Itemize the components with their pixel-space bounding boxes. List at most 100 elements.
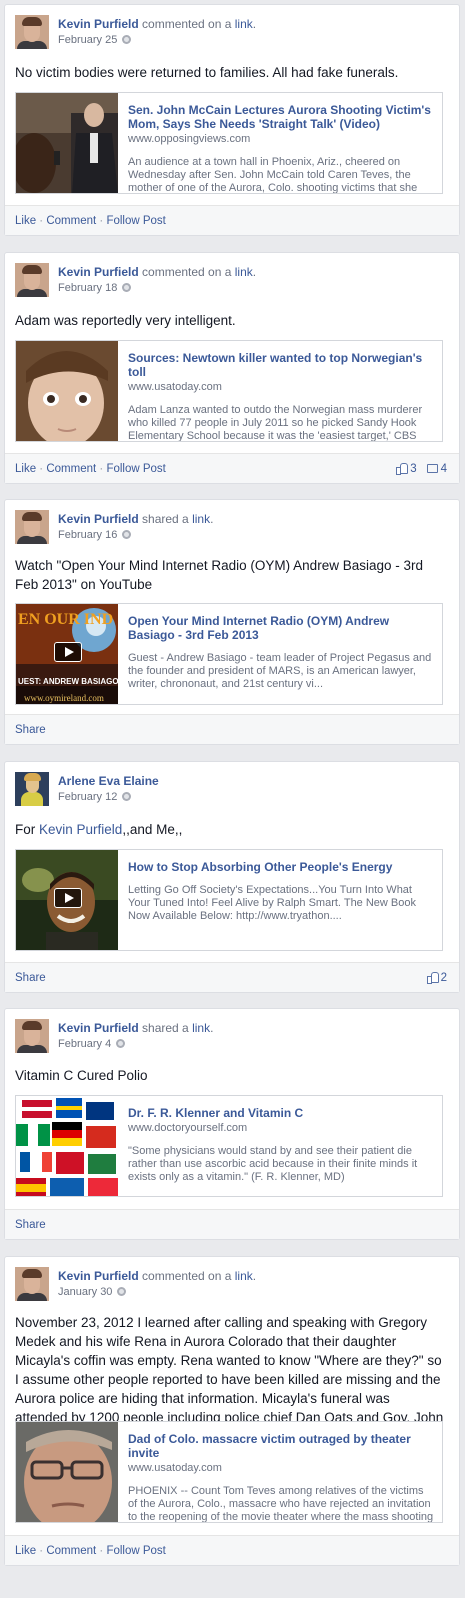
avatar[interactable]: [15, 1019, 49, 1053]
smiling-man-video-thumbnail[interactable]: [16, 850, 118, 950]
adam-lanza-photo-thumbnail[interactable]: [16, 341, 118, 441]
author-name[interactable]: Kevin Purfield: [58, 1269, 139, 1283]
comment-button[interactable]: Comment: [46, 463, 96, 475]
post-counts: 2: [426, 963, 447, 993]
flags-map-image-thumbnail[interactable]: [16, 1096, 118, 1196]
post-message: Watch "Open Your Mind Internet Radio (OY…: [15, 558, 423, 592]
timestamp[interactable]: February 4: [58, 1038, 111, 1050]
author-name[interactable]: Kevin Purfield: [58, 1021, 139, 1035]
follow-post-button[interactable]: Follow Post: [106, 463, 165, 475]
story-object-link[interactable]: link: [235, 1269, 253, 1283]
link-share-card[interactable]: Sources: Newtown killer wanted to top No…: [15, 340, 443, 442]
avatar[interactable]: [15, 263, 49, 297]
feed-post: Arlene Eva Elaine February 12 For Kevin …: [4, 761, 460, 993]
share-info: Sources: Newtown killer wanted to top No…: [128, 351, 434, 442]
play-icon[interactable]: [54, 888, 82, 908]
author-name[interactable]: Kevin Purfield: [58, 265, 139, 279]
follow-post-button[interactable]: Follow Post: [106, 1545, 165, 1557]
post-actions: Share 2: [5, 962, 459, 992]
post-message: For Kevin Purfield,,and Me,,: [15, 822, 183, 837]
comment-button[interactable]: Comment: [46, 1545, 96, 1557]
post-header: Kevin Purfield shared a link. February 1…: [15, 510, 445, 548]
story-verb: commented on a: [142, 1269, 232, 1283]
post-actions: Like · Comment · Follow Post: [5, 1535, 459, 1565]
feed-post: Kevin Purfield commented on a link. Febr…: [4, 4, 460, 236]
timestamp[interactable]: February 18: [58, 282, 117, 294]
share-button[interactable]: Share: [15, 972, 46, 984]
post-date: February 4: [58, 1038, 126, 1050]
share-title[interactable]: Open Your Mind Internet Radio (OYM) Andr…: [128, 614, 434, 642]
follow-post-button[interactable]: Follow Post: [106, 215, 165, 227]
post-header: Arlene Eva Elaine February 12: [15, 772, 445, 810]
share-title[interactable]: How to Stop Absorbing Other People's Ene…: [128, 860, 434, 874]
globe-icon: [122, 35, 132, 44]
link-share-card[interactable]: How to Stop Absorbing Other People's Ene…: [15, 849, 443, 951]
share-title[interactable]: Sources: Newtown killer wanted to top No…: [128, 351, 434, 379]
author-name[interactable]: Arlene Eva Elaine: [58, 774, 159, 788]
timestamp[interactable]: February 12: [58, 791, 117, 803]
link-share-card[interactable]: EN OUR IND UEST: ANDREW BASIAGO www.oymi…: [15, 603, 443, 705]
share-domain: www.opposingviews.com: [128, 133, 251, 145]
post-actions: Share: [5, 714, 459, 744]
post-meta: Kevin Purfield commented on a link.: [58, 265, 257, 279]
share-description: Adam Lanza wanted to outdo the Norwegian…: [128, 404, 423, 442]
story-object-link[interactable]: link: [235, 17, 253, 31]
story-object-link[interactable]: link: [192, 1021, 210, 1035]
share-title[interactable]: Sen. John McCain Lectures Aurora Shootin…: [128, 103, 434, 131]
share-description: "Some physicians would stand by and see …: [128, 1145, 418, 1183]
like-button[interactable]: Like: [15, 1545, 36, 1557]
post-actions: Share: [5, 1209, 459, 1239]
feed-post: Kevin Purfield commented on a link. Janu…: [4, 1256, 460, 1566]
like-button[interactable]: Like: [15, 215, 36, 227]
link-share-card[interactable]: Dad of Colo. massacre victim outraged by…: [15, 1421, 443, 1523]
post-date: February 18: [58, 282, 132, 294]
mccain-townhall-photo-thumbnail[interactable]: [16, 93, 118, 193]
oym-video-thumbnail[interactable]: EN OUR IND UEST: ANDREW BASIAGO www.oymi…: [16, 604, 118, 704]
post-counts: 34: [396, 454, 447, 484]
share-domain: www.usatoday.com: [128, 1462, 222, 1474]
thumb-text-url: www.oymireland.com: [24, 693, 104, 703]
comment-count[interactable]: 4: [441, 463, 447, 475]
share-button[interactable]: Share: [15, 724, 46, 736]
post-meta: Arlene Eva Elaine: [58, 774, 159, 788]
story-object-link[interactable]: link: [235, 265, 253, 279]
avatar[interactable]: [15, 1267, 49, 1301]
share-info: Sen. John McCain Lectures Aurora Shootin…: [128, 103, 434, 193]
timestamp[interactable]: February 25: [58, 34, 117, 46]
author-name[interactable]: Kevin Purfield: [58, 512, 139, 526]
play-icon[interactable]: [54, 642, 82, 662]
like-count[interactable]: 2: [441, 972, 447, 984]
timestamp[interactable]: February 16: [58, 529, 117, 541]
tom-teves-photo-thumbnail[interactable]: [16, 1422, 118, 1522]
globe-icon: [122, 283, 132, 292]
like-icon: [426, 972, 439, 984]
tagged-user-link[interactable]: Kevin Purfield: [39, 822, 122, 837]
share-info: Open Your Mind Internet Radio (OYM) Andr…: [128, 614, 434, 691]
story-verb: shared a: [142, 512, 189, 526]
share-button[interactable]: Share: [15, 1219, 46, 1231]
author-name[interactable]: Kevin Purfield: [58, 17, 139, 31]
like-count[interactable]: 3: [410, 463, 416, 475]
link-share-card[interactable]: Dr. F. R. Klenner and Vitamin C www.doct…: [15, 1095, 443, 1197]
thumb-text-top: EN OUR IND: [18, 611, 113, 628]
avatar[interactable]: [15, 510, 49, 544]
share-title[interactable]: Dad of Colo. massacre victim outraged by…: [128, 1432, 434, 1460]
avatar[interactable]: [15, 772, 49, 806]
avatar[interactable]: [15, 15, 49, 49]
story-object-link[interactable]: link: [192, 512, 210, 526]
share-domain: www.usatoday.com: [128, 381, 222, 393]
post-message: Adam was reportedly very intelligent.: [15, 313, 236, 328]
story-verb: commented on a: [142, 265, 232, 279]
like-icon: [396, 463, 409, 475]
post-meta: Kevin Purfield commented on a link.: [58, 1269, 257, 1283]
post-meta: Kevin Purfield commented on a link.: [58, 17, 257, 31]
like-button[interactable]: Like: [15, 463, 36, 475]
share-title[interactable]: Dr. F. R. Klenner and Vitamin C: [128, 1106, 434, 1120]
link-share-card[interactable]: Sen. John McCain Lectures Aurora Shootin…: [15, 92, 443, 194]
feed-post: Kevin Purfield commented on a link. Febr…: [4, 252, 460, 484]
story-verb: shared a: [142, 1021, 189, 1035]
globe-icon: [122, 530, 132, 539]
post-date: February 25: [58, 34, 132, 46]
timestamp[interactable]: January 30: [58, 1286, 112, 1298]
comment-button[interactable]: Comment: [46, 215, 96, 227]
